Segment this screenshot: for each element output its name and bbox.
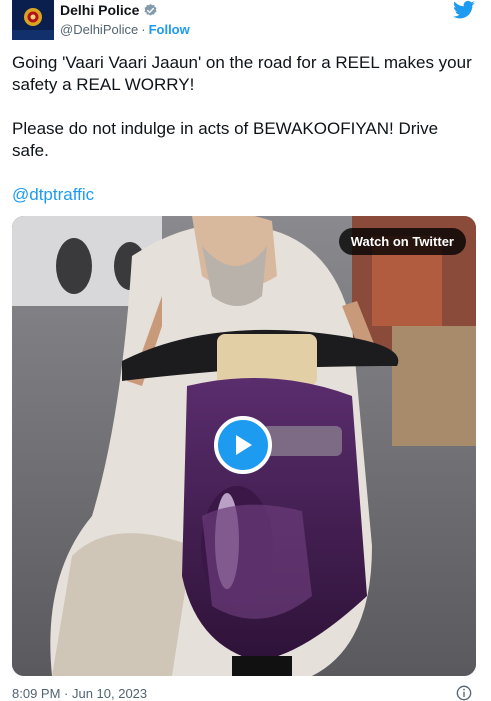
tweet-header: Delhi Police @DelhiPolice · Follow (12, 0, 479, 44)
handle[interactable]: @DelhiPolice (60, 22, 138, 37)
play-icon (236, 435, 252, 455)
tweet-paragraph: Please do not indulge in acts of BEWAKOO… (12, 119, 439, 160)
info-icon[interactable] (456, 685, 472, 701)
avatar[interactable] (12, 0, 54, 40)
display-name[interactable]: Delhi Police (60, 2, 139, 18)
tweet-text: Going 'Vaari Vaari Jaaun' on the road fo… (12, 52, 472, 228)
mention-link[interactable]: @dtptraffic (12, 185, 94, 204)
separator: · (141, 22, 146, 37)
watch-on-twitter-button[interactable]: Watch on Twitter (338, 228, 466, 255)
video-thumbnail[interactable]: Watch on Twitter (12, 216, 476, 676)
handle-row: @DelhiPolice · Follow (60, 22, 190, 37)
twitter-bird-icon[interactable] (453, 0, 475, 20)
name-row: Delhi Police (60, 2, 158, 18)
follow-button[interactable]: Follow (149, 22, 190, 37)
tweet-footer: 8:09 PM · Jun 10, 2023 (12, 685, 478, 701)
play-button[interactable] (214, 416, 272, 474)
verified-badge-icon (144, 3, 157, 16)
timestamp[interactable]: 8:09 PM · Jun 10, 2023 (12, 686, 147, 701)
tweet-paragraph: Going 'Vaari Vaari Jaaun' on the road fo… (12, 53, 472, 94)
